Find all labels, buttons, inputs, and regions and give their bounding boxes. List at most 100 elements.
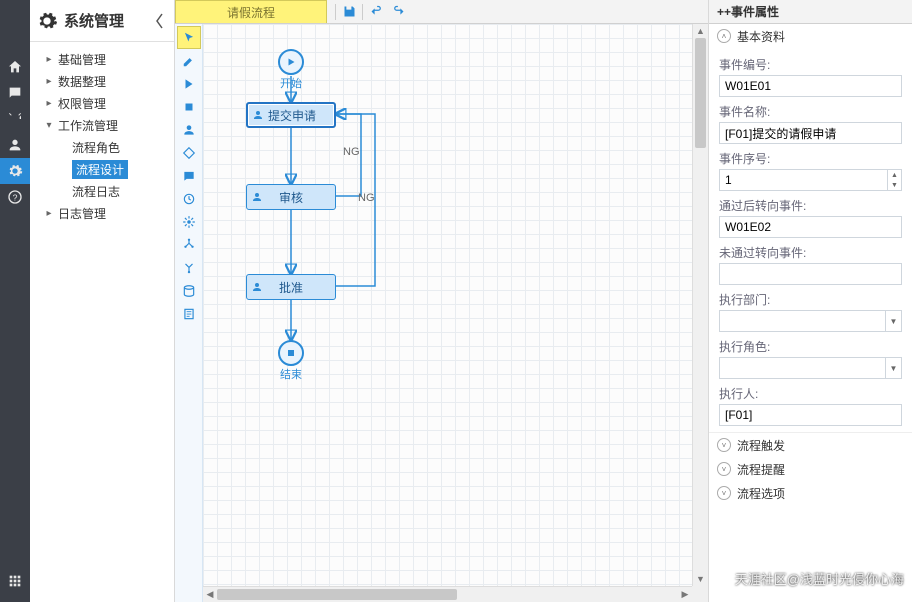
help-icon[interactable]: ? [0,184,30,210]
label-fail-to: 未通过转向事件: [719,244,902,261]
tool-data[interactable] [177,279,201,302]
tool-pointer[interactable] [177,26,201,49]
label-role: 执行角色: [719,338,902,355]
collapse-sidebar-icon[interactable] [152,5,168,37]
section-remind[interactable]: ˅流程提醒 [709,457,912,481]
dropdown-icon[interactable]: ▼ [885,311,901,331]
scroll-up-icon[interactable]: ▲ [693,24,708,38]
label-event-seq: 事件序号: [719,150,902,167]
tree-node-workflow[interactable]: ▾工作流管理 [30,114,174,136]
sidebar: 系统管理 ▸基础管理 ▸数据整理 ▸权限管理 ▾工作流管理 流程角色 流程设计 … [30,0,175,602]
separator [362,4,363,20]
canvas-wrap: NG NG 开始 提交申请 审核 批准 结束 [203,24,708,602]
tree-node-data[interactable]: ▸数据整理 [30,70,174,92]
step-up-icon[interactable]: ▲ [887,170,901,180]
designer: NG NG 开始 提交申请 审核 批准 结束 [175,24,708,602]
step-down-icon[interactable]: ▼ [887,180,901,190]
horizontal-scrollbar[interactable]: ◀ ▶ [203,586,692,602]
scroll-thumb[interactable] [695,38,706,148]
combo-dept[interactable] [719,310,902,332]
home-icon[interactable] [0,54,30,80]
input-pass-to[interactable] [719,216,902,238]
tree-node-basic[interactable]: ▸基础管理 [30,48,174,70]
edge-label-ng1: NG [343,146,360,158]
combo-role[interactable] [719,357,902,379]
user-icon [248,109,268,121]
input-event-seq[interactable] [719,169,902,191]
tree-child-log[interactable]: 流程日志 [30,180,174,202]
node-review[interactable]: 审核 [246,184,336,210]
tool-user-task[interactable] [177,118,201,141]
input-event-no[interactable] [719,75,902,97]
section-options[interactable]: ˅流程选项 [709,481,912,505]
tree-child-role[interactable]: 流程角色 [30,136,174,158]
tool-edit[interactable] [177,49,201,72]
label-event-name: 事件名称: [719,103,902,120]
section-trigger[interactable]: ˅流程触发 [709,433,912,457]
label-pass-to: 通过后转向事件: [719,197,902,214]
label-event-no: 事件编号: [719,56,902,73]
properties-header: ++事件属性 [709,0,912,24]
svg-text:?: ? [13,192,18,202]
tool-timer[interactable] [177,187,201,210]
chevron-right-icon: ▸ [44,208,54,219]
tool-end[interactable] [177,95,201,118]
node-approve[interactable]: 批准 [246,274,336,300]
chat-icon[interactable] [0,80,30,106]
node-end[interactable]: 结束 [278,340,304,382]
node-submit[interactable]: 提交申请 [246,102,336,128]
sidebar-header: 系统管理 [30,0,174,42]
label-dept: 执行部门: [719,291,902,308]
tool-start[interactable] [177,72,201,95]
tree-child-design[interactable]: 流程设计 [30,158,174,180]
tool-branch[interactable] [177,233,201,256]
tree-node-permission[interactable]: ▸权限管理 [30,92,174,114]
end-icon [278,340,304,366]
sidebar-title: 系统管理 [64,10,152,31]
gear-icon[interactable] [0,158,30,184]
section-basic[interactable]: ˄基本资料 [709,24,912,48]
canvas[interactable]: NG NG 开始 提交申请 审核 批准 结束 [203,24,692,586]
scroll-left-icon[interactable]: ◀ [203,587,217,602]
chevron-down-icon: ▾ [44,120,54,131]
node-start[interactable]: 开始 [278,49,304,91]
tab-leave-flow[interactable]: 请假流程 [175,0,327,23]
redo-button[interactable] [389,3,407,21]
chevron-right-icon: ▸ [44,76,54,87]
label-exec: 执行人: [719,385,902,402]
tree-node-log[interactable]: ▸日志管理 [30,202,174,224]
edge-label-ng2: NG [358,192,375,204]
input-exec[interactable] [719,404,902,426]
section-basic-body: 事件编号: 事件名称: 事件序号: ▲▼ 通过后转向事件: 未通过转向事件: 执… [709,48,912,433]
tool-gateway[interactable] [177,141,201,164]
scroll-down-icon[interactable]: ▼ [693,572,708,586]
nav-tree: ▸基础管理 ▸数据整理 ▸权限管理 ▾工作流管理 流程角色 流程设计 流程日志 … [30,42,174,230]
tool-form[interactable] [177,302,201,325]
chevron-right-icon: ▸ [44,98,54,109]
chevron-right-icon: ▸ [44,54,54,65]
tool-message[interactable] [177,164,201,187]
scroll-thumb[interactable] [217,589,457,600]
apps-icon[interactable] [0,568,30,594]
left-icon-strip: ? [0,0,30,602]
expand-icon: ˅ [717,438,731,452]
main-area: 请假流程 [175,0,708,602]
undo-button[interactable] [367,3,385,21]
tools-icon[interactable] [0,106,30,132]
vertical-scrollbar[interactable]: ▲ ▼ [692,24,708,586]
gear-icon [36,10,58,32]
tool-config[interactable] [177,210,201,233]
tool-merge[interactable] [177,256,201,279]
expand-icon: ˅ [717,462,731,476]
dropdown-icon[interactable]: ▼ [885,358,901,378]
stepper-buttons: ▲▼ [887,170,901,190]
scroll-right-icon[interactable]: ▶ [678,587,692,602]
user-icon [247,191,267,203]
save-button[interactable] [340,3,358,21]
user-icon[interactable] [0,132,30,158]
properties-panel: ++事件属性 ˄基本资料 事件编号: 事件名称: 事件序号: ▲▼ 通过后转向事… [708,0,912,602]
start-icon [278,49,304,75]
input-event-name[interactable] [719,122,902,144]
input-fail-to[interactable] [719,263,902,285]
toolbar [327,0,415,23]
